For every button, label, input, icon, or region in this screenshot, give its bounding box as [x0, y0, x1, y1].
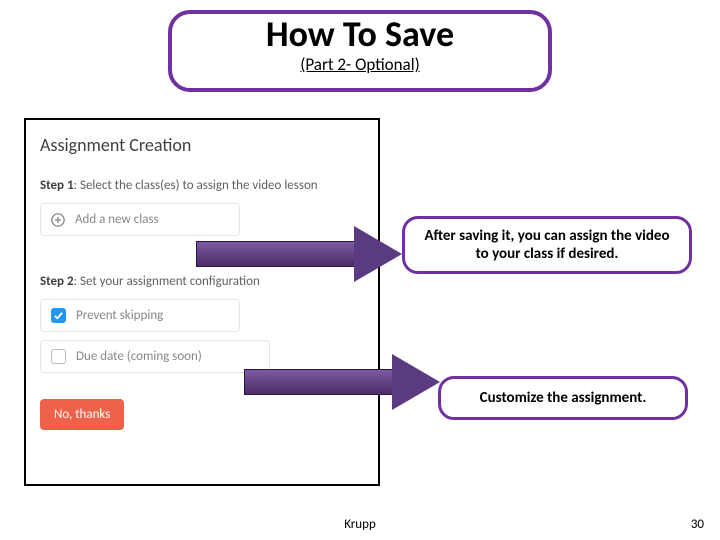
- footer-author: Krupp: [0, 517, 720, 532]
- panel-heading: Assignment Creation: [40, 134, 364, 156]
- no-thanks-button[interactable]: No, thanks: [40, 399, 124, 430]
- slide-title: How To Save: [172, 16, 548, 54]
- footer-page-number: 30: [691, 517, 704, 532]
- callout-assign: After saving it, you can assign the vide…: [402, 216, 692, 274]
- step-2-label: Step 2: Set your assignment configuratio…: [40, 274, 364, 289]
- checkbox-checked-icon: [51, 308, 66, 323]
- plus-circle-icon: [51, 213, 65, 227]
- step-1-prefix: Step 1: [40, 178, 74, 193]
- callout-customize: Customize the assignment.: [438, 376, 688, 420]
- screenshot-panel: Assignment Creation Step 1: Select the c…: [24, 118, 380, 486]
- step-2-prefix: Step 2: [40, 274, 74, 289]
- step-2-text: : Set your assignment configuration: [74, 274, 260, 289]
- add-class-label: Add a new class: [75, 212, 159, 227]
- title-box: How To Save (Part 2- Optional): [168, 10, 552, 92]
- add-class-row[interactable]: Add a new class: [40, 203, 240, 236]
- prevent-skipping-row[interactable]: Prevent skipping: [40, 299, 240, 332]
- checkbox-empty-icon: [51, 349, 66, 364]
- step-1-label: Step 1: Select the class(es) to assign t…: [40, 178, 364, 193]
- step-1-text: : Select the class(es) to assign the vid…: [74, 178, 318, 193]
- slide-subtitle: (Part 2- Optional): [172, 54, 548, 75]
- due-date-label: Due date (coming soon): [76, 349, 202, 364]
- prevent-skipping-label: Prevent skipping: [76, 308, 163, 323]
- due-date-row[interactable]: Due date (coming soon): [40, 340, 270, 373]
